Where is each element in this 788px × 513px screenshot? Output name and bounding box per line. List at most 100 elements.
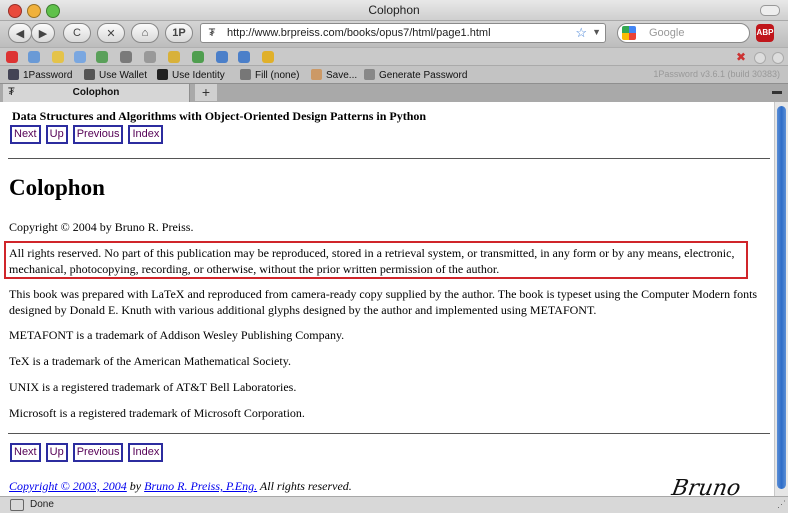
bottom-nav-buttons: Next Up Previous Index: [10, 443, 164, 462]
extension-icon[interactable]: [6, 51, 18, 63]
index-button[interactable]: Index: [128, 125, 164, 144]
divider: [8, 433, 770, 434]
pw-item-label: Fill (none): [255, 70, 300, 81]
use-identity-menu[interactable]: Use Identity: [157, 69, 225, 81]
use-wallet-menu[interactable]: Use Wallet: [84, 69, 147, 81]
copyright-text: Copyright © 2004 by Bruno R. Preiss.: [9, 220, 194, 234]
resize-grip-icon[interactable]: ⋰: [777, 499, 786, 510]
next-button[interactable]: Next: [10, 443, 41, 462]
footer: Copyright © 2003, 2004 by Bruno R. Preis…: [9, 479, 352, 494]
close-icon[interactable]: ✖: [736, 50, 746, 64]
unix-text: UNIX is a registered trademark of AT&T B…: [9, 380, 297, 394]
history-dropdown-icon[interactable]: ▼: [592, 27, 601, 37]
extension-icon[interactable]: [168, 51, 180, 63]
reload-icon: C: [73, 27, 81, 39]
extension-icon[interactable]: [52, 51, 64, 63]
onepassword-button[interactable]: 1P: [165, 23, 193, 43]
status-bar: Done ⋰: [0, 496, 788, 513]
key-icon: [8, 69, 19, 80]
author-link[interactable]: Bruno R. Preiss, P.Eng.: [144, 479, 257, 493]
author-signature: Bruno: [669, 476, 743, 496]
pw-item-label: Save...: [326, 70, 358, 81]
wand-icon: [364, 69, 375, 80]
extension-icon[interactable]: [28, 51, 40, 63]
extension-icon[interactable]: [262, 51, 274, 63]
extension-icon[interactable]: [96, 51, 108, 63]
extension-icon[interactable]: [216, 51, 228, 63]
copyright-link[interactable]: Copyright © 2003, 2004: [9, 479, 127, 493]
google-icon[interactable]: [622, 26, 636, 40]
back-button[interactable]: ◀: [8, 23, 32, 43]
generate-password-button[interactable]: Generate Password: [364, 69, 467, 81]
scrollbar-thumb[interactable]: [777, 106, 786, 489]
fill-menu[interactable]: Fill (none): [240, 69, 299, 81]
tex-text: TeX is a trademark of the American Mathe…: [9, 354, 291, 368]
search-placeholder: Google: [649, 27, 685, 39]
next-button[interactable]: Next: [10, 125, 41, 144]
address-text: http://www.brpreiss.com/books/opus7/html…: [227, 27, 491, 39]
top-nav-buttons: Next Up Previous Index: [10, 125, 164, 144]
extension-icon[interactable]: [144, 51, 156, 63]
extension-icon[interactable]: [238, 51, 250, 63]
previous-button[interactable]: Previous: [72, 443, 124, 462]
up-button[interactable]: Up: [45, 125, 68, 144]
home-button[interactable]: ⌂: [131, 23, 159, 43]
fill-icon: [240, 69, 251, 80]
up-button[interactable]: Up: [45, 443, 68, 462]
wallet-icon: [84, 69, 95, 80]
pw-item-label: Use Identity: [172, 70, 225, 81]
stop-button[interactable]: ✕: [97, 23, 125, 43]
home-icon: ⌂: [141, 27, 149, 39]
back-icon: ◀: [15, 27, 25, 40]
vertical-scrollbar[interactable]: [774, 102, 788, 496]
extension-icon[interactable]: [120, 51, 132, 63]
save-login-button[interactable]: Save...: [311, 69, 357, 81]
save-icon: [311, 69, 322, 80]
status-icon: [10, 499, 24, 511]
page-title: Colophon: [9, 175, 105, 200]
search-input[interactable]: Google: [617, 23, 750, 43]
reload-button[interactable]: C: [63, 23, 91, 43]
identity-icon: [157, 69, 168, 80]
footer-by: by: [126, 479, 145, 493]
index-button[interactable]: Index: [128, 443, 164, 462]
highlight-box: [4, 241, 748, 279]
onepassword-label: 1P: [172, 27, 186, 39]
window-title: Colophon: [368, 3, 420, 17]
extension-icon[interactable]: [772, 52, 784, 64]
adblock-button[interactable]: ABP: [756, 24, 774, 42]
tab-colophon[interactable]: ₮ Colophon: [3, 84, 190, 102]
pw-item-label: Use Wallet: [99, 70, 147, 81]
navigation-toolbar: ◀ ▶ C ✕ ⌂ 1P ₮ http://www.brpreiss.com/b…: [0, 21, 788, 47]
tab-menu-button[interactable]: ▬: [772, 86, 782, 97]
page-content: Data Structures and Algorithms with Obje…: [0, 102, 774, 496]
pw-item-label: 1Password: [23, 70, 73, 81]
footer-tail: All rights reserved.: [257, 479, 352, 493]
site-favicon-icon: ₮: [208, 27, 216, 39]
new-tab-button[interactable]: +: [195, 84, 217, 101]
toolbar-toggle-button[interactable]: [760, 5, 780, 16]
metafont-text: METAFONT is a trademark of Addison Wesle…: [9, 328, 345, 342]
pw-item-label: Generate Password: [379, 70, 468, 81]
extension-icon[interactable]: [754, 52, 766, 64]
prepared-text: This book was prepared with LaTeX and re…: [9, 287, 758, 317]
forward-button[interactable]: ▶: [31, 23, 55, 43]
onepassword-build-label: 1Password v3.6.1 (build 30383): [653, 69, 780, 79]
password-toolbar: 1Password Use Wallet Use Identity Fill (…: [0, 65, 788, 84]
stop-icon: ✕: [106, 27, 116, 40]
tab-bar: ₮ Colophon + ▬: [0, 83, 788, 103]
address-bar[interactable]: ₮ http://www.brpreiss.com/books/opus7/ht…: [200, 23, 606, 43]
status-text: Done: [30, 499, 54, 510]
microsoft-text: Microsoft is a registered trademark of M…: [9, 406, 305, 420]
book-title: Data Structures and Algorithms with Obje…: [12, 109, 427, 123]
bookmark-star-icon[interactable]: ☆: [575, 25, 587, 41]
extensions-toolbar: ✖: [0, 47, 788, 66]
window-titlebar: Colophon: [0, 0, 788, 21]
onepassword-menu[interactable]: 1Password: [8, 69, 72, 81]
previous-button[interactable]: Previous: [72, 125, 124, 144]
extension-icon[interactable]: [192, 51, 204, 63]
tab-label: Colophon: [72, 87, 120, 98]
forward-icon: ▶: [38, 27, 48, 40]
divider: [8, 158, 770, 159]
extension-icon[interactable]: [74, 51, 86, 63]
